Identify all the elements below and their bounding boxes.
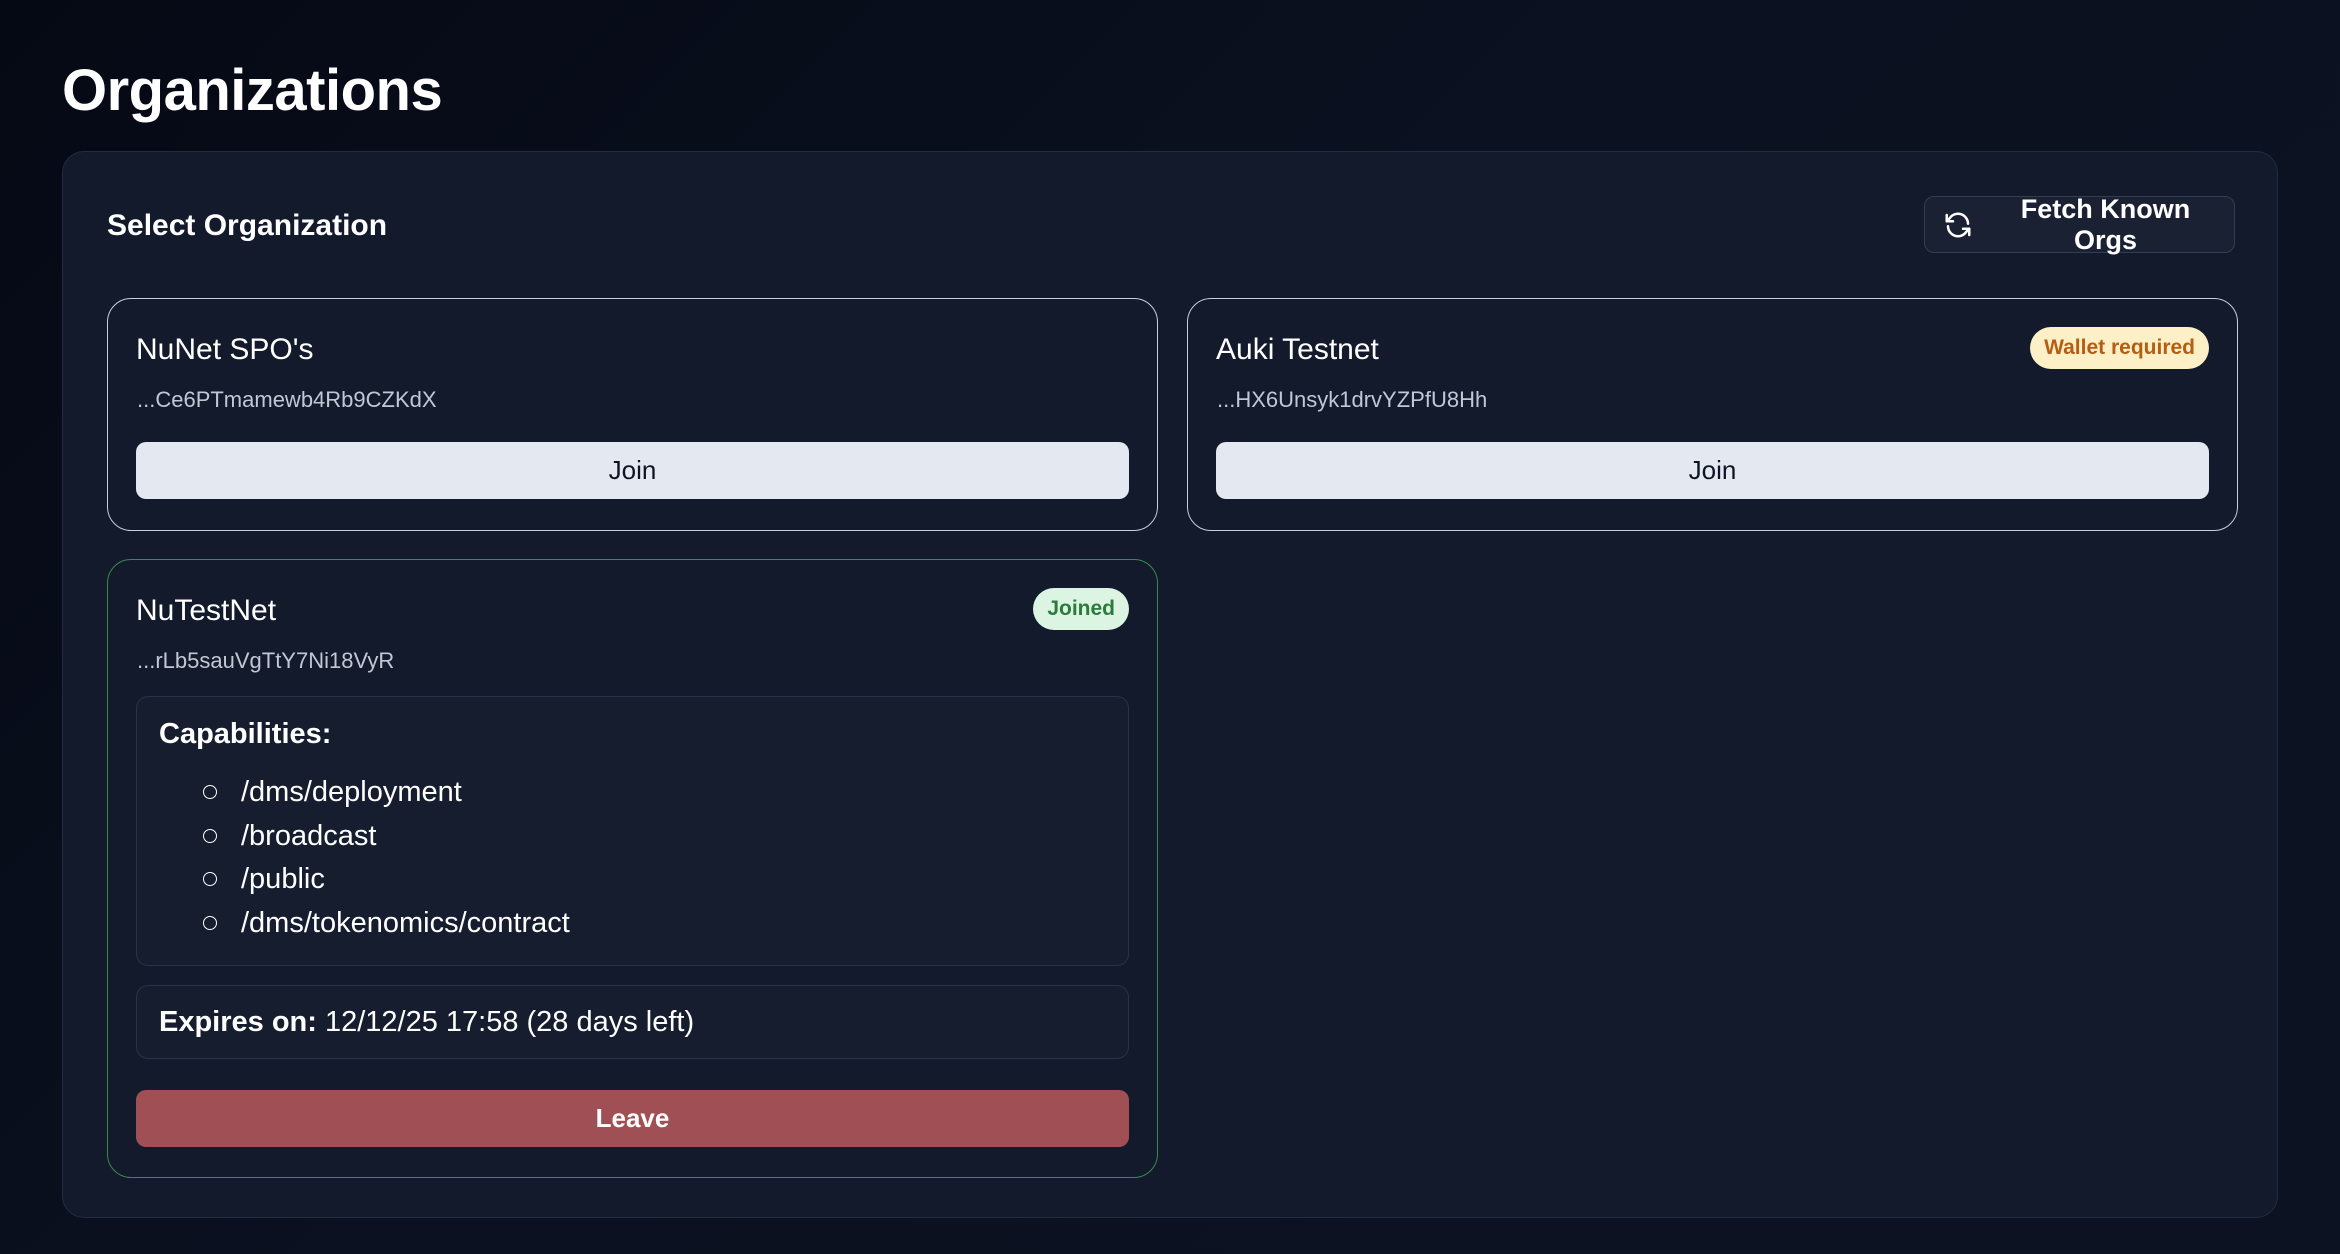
joined-badge: Joined bbox=[1033, 588, 1129, 630]
page-title: Organizations bbox=[62, 58, 443, 123]
org-card-auki-testnet: Auki Testnet Wallet required ...HX6Unsyk… bbox=[1187, 298, 2238, 531]
list-item: /broadcast bbox=[137, 815, 570, 859]
circle-bullet-icon bbox=[203, 872, 217, 886]
fetch-known-orgs-button[interactable]: Fetch Known Orgs bbox=[1924, 193, 2235, 255]
join-button[interactable]: Join bbox=[136, 442, 1129, 499]
org-name: NuTestNet bbox=[136, 594, 277, 627]
fetch-known-orgs-label: Fetch Known Orgs bbox=[2020, 193, 2191, 255]
wallet-required-badge: Wallet required bbox=[2030, 327, 2209, 369]
panel-title: Select Organization bbox=[107, 209, 388, 242]
org-id: ...Ce6PTmamewb4Rb9CZKdX bbox=[137, 387, 437, 412]
organizations-panel: Select Organization Fetch Known Orgs NuN… bbox=[62, 151, 2278, 1218]
list-item: /dms/tokenomics/contract bbox=[137, 902, 570, 946]
refresh-icon bbox=[1943, 210, 1973, 240]
capability-text: /dms/tokenomics/contract bbox=[241, 906, 570, 939]
capabilities-box: Capabilities: /dms/deployment /broadcast… bbox=[136, 696, 1129, 966]
leave-button[interactable]: Leave bbox=[136, 1090, 1129, 1147]
capability-text: /broadcast bbox=[241, 819, 377, 852]
org-card-nutestnet: NuTestNet Joined ...rLb5sauVgTtY7Ni18VyR… bbox=[107, 559, 1158, 1178]
expires-value: 12/12/25 17:58 (28 days left) bbox=[324, 1005, 695, 1038]
join-button[interactable]: Join bbox=[1216, 442, 2209, 499]
org-card-nunet-spos: NuNet SPO's ...Ce6PTmamewb4Rb9CZKdX Join bbox=[107, 298, 1158, 531]
org-name: NuNet SPO's bbox=[136, 333, 314, 366]
org-name: Auki Testnet bbox=[1216, 333, 1379, 366]
capability-text: /public bbox=[241, 863, 325, 895]
expires-label: Expires on: bbox=[159, 1005, 317, 1038]
capabilities-list: /dms/deployment /broadcast /public /dms/… bbox=[137, 771, 570, 945]
circle-bullet-icon bbox=[203, 785, 217, 799]
capability-text: /dms/deployment bbox=[241, 776, 462, 808]
org-id: ...HX6Unsyk1drvYZPfU8Hh bbox=[1217, 387, 1488, 412]
circle-bullet-icon bbox=[203, 915, 217, 930]
org-id: ...rLb5sauVgTtY7Ni18VyR bbox=[137, 648, 395, 673]
expiry-box: Expires on: 12/12/25 17:58 (28 days left… bbox=[136, 985, 1129, 1059]
list-item: /dms/deployment bbox=[137, 771, 570, 815]
circle-bullet-icon bbox=[203, 828, 217, 843]
capabilities-title: Capabilities: bbox=[159, 718, 332, 750]
list-item: /public bbox=[137, 858, 570, 902]
